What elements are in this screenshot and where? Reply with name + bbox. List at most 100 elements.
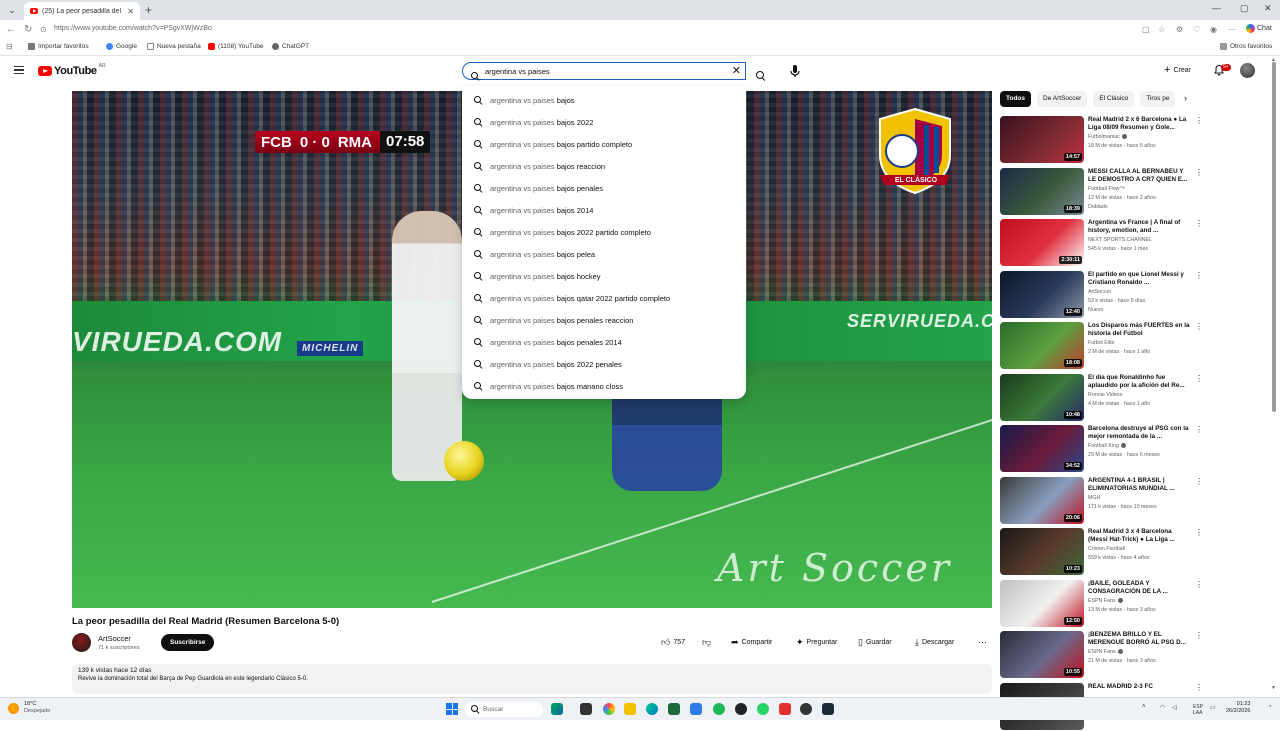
video-thumbnail[interactable]: 18:08: [1000, 322, 1084, 369]
video-thumbnail[interactable]: 12:50: [1000, 579, 1084, 627]
recommended-channel[interactable]: NEXT SPORTS CHANNEL: [1088, 237, 1152, 243]
search-suggestion[interactable]: argentina vs paises bajos partido comple…: [462, 133, 746, 155]
video-thumbnail[interactable]: 10:48: [1000, 373, 1084, 421]
download-button[interactable]: ⤓ Descargar: [915, 638, 954, 647]
search-suggestion[interactable]: argentina vs paises bajos 2022 partido c…: [462, 221, 746, 243]
recommended-channel[interactable]: Futbol Elite: [1088, 340, 1115, 346]
task-view-icon[interactable]: [580, 703, 592, 715]
battery-icon[interactable]: ▭: [1210, 704, 1216, 711]
more-options-icon[interactable]: ⋮: [1195, 632, 1203, 640]
search-suggestion[interactable]: argentina vs paises bajos 2014: [462, 199, 746, 221]
recommended-video-title[interactable]: ¡BAILE, GOLEADA Y CONSAGRACIÓN DE LA ...: [1088, 580, 1192, 596]
search-suggestion[interactable]: argentina vs paises bajos penales: [462, 177, 746, 199]
edge-browser-icon[interactable]: [646, 703, 658, 715]
subscribe-button[interactable]: Suscribirse: [161, 634, 215, 651]
app-icon[interactable]: [735, 703, 747, 715]
bookmark-chatgpt[interactable]: ChatGPT: [272, 43, 309, 50]
search-input[interactable]: [485, 65, 725, 78]
steam-icon[interactable]: [822, 703, 834, 715]
weather-widget[interactable]: 18°C Despejado: [8, 701, 50, 715]
taskbar-search[interactable]: Buscar: [465, 702, 543, 717]
language-indicator[interactable]: ESP LAA: [1193, 704, 1203, 716]
bookmark-other[interactable]: Otros favoritos: [1220, 43, 1272, 50]
taskbar-app-icon[interactable]: [551, 703, 563, 715]
recommended-video[interactable]: 34:52 Barcelona destruye al PSG con la me…: [1000, 425, 1203, 473]
search-suggestion[interactable]: argentina vs paises bajos reaccion: [462, 155, 746, 177]
more-options-icon[interactable]: ⋮: [1195, 374, 1203, 383]
youtube-app-icon[interactable]: [779, 703, 791, 715]
recommended-video[interactable]: 10:55 ¡BENZEMA BRILLÓ Y EL MERENGUE BORRÓ…: [1000, 631, 1203, 679]
url-field[interactable]: https://www.youtube.com/watch?v=PSgvXWjW…: [54, 25, 212, 32]
more-options-icon[interactable]: ⋮: [1195, 168, 1203, 177]
notification-center-icon[interactable]: ◔: [1268, 704, 1272, 710]
more-actions-icon[interactable]: ⋯: [978, 638, 987, 647]
recommended-channel[interactable]: ArtSoccer: [1088, 289, 1111, 295]
recommended-channel[interactable]: MGH: [1088, 495, 1100, 501]
screen-icon[interactable]: ▢: [1142, 25, 1150, 34]
collections-icon[interactable]: ⊟: [6, 42, 13, 51]
more-options-icon[interactable]: ⋮: [1195, 426, 1203, 434]
tab-close-icon[interactable]: ✕: [127, 7, 134, 16]
recommended-channel[interactable]: Football King: [1088, 443, 1126, 449]
taskbar-clock[interactable]: 01:23 26/2/2026: [1226, 701, 1250, 715]
search-suggestion[interactable]: argentina vs paises bajos: [462, 89, 746, 111]
scroll-down-arrow-icon[interactable]: ▼: [1271, 685, 1276, 691]
wifi-icon[interactable]: ◠: [1160, 704, 1165, 711]
back-icon[interactable]: ←: [6, 24, 16, 35]
recommended-video[interactable]: 10:48 El día que Ronaldinho fue aplaudido…: [1000, 373, 1203, 422]
more-options-icon[interactable]: ⋮: [1195, 271, 1203, 280]
recommended-video[interactable]: 2:30:11 Argentina vs France | A final of …: [1000, 219, 1203, 267]
video-thumbnail[interactable]: 14:57: [1000, 116, 1084, 163]
recommended-video[interactable]: 10:23 Real Madrid 3 x 4 Barcelona (Messi …: [1000, 528, 1203, 576]
bookmark-youtube[interactable]: (1108) YouTube: [208, 43, 264, 50]
more-options-icon[interactable]: ⋮: [1195, 529, 1203, 537]
recommended-video[interactable]: 14:57 Real Madrid 2 x 6 Barcelona ● La Li…: [1000, 116, 1203, 164]
recommended-channel[interactable]: Ronnie Videos: [1088, 392, 1122, 398]
reload-icon[interactable]: ↻: [24, 24, 32, 35]
account-avatar[interactable]: [1240, 63, 1255, 78]
search-suggestion[interactable]: argentina vs paises bajos pelea: [462, 243, 746, 265]
menu-icon[interactable]: [14, 66, 24, 74]
recommended-video-title[interactable]: El día que Ronaldinho fue aplaudido por …: [1088, 374, 1192, 390]
tab-actions-menu-icon[interactable]: ⌄: [4, 3, 20, 17]
recommended-video-title[interactable]: MESSI CALLA AL BERNABEU Y LE DEMOSTRO A …: [1088, 168, 1192, 184]
recommended-video-title[interactable]: Los Disparos más FUERTES en la historia …: [1088, 322, 1192, 338]
tray-chevron-icon[interactable]: ˄: [1142, 704, 1146, 710]
recommended-video-title[interactable]: REAL MADRID 2-3 FC: [1088, 683, 1192, 691]
chevron-right-icon[interactable]: ›: [1184, 93, 1187, 103]
search-suggestion[interactable]: argentina vs paises bajos penales reacci…: [462, 309, 746, 331]
search-box[interactable]: ✕: [462, 62, 746, 80]
recommended-video-title[interactable]: El partido en que Lionel Messi y Cristia…: [1088, 271, 1192, 287]
bookmark-google[interactable]: Google: [106, 43, 137, 50]
search-suggestion[interactable]: argentina vs paises bajos manano closs: [462, 375, 746, 397]
recommended-channel[interactable]: Criston Football: [1088, 546, 1125, 552]
more-options-icon[interactable]: ⋮: [1195, 477, 1203, 486]
video-thumbnail[interactable]: 18:39: [1000, 167, 1084, 215]
video-thumbnail[interactable]: 2:30:11: [1000, 219, 1084, 266]
more-options-icon[interactable]: ⋯: [1228, 25, 1236, 34]
volume-icon[interactable]: ◁: [1172, 704, 1177, 711]
channel-name[interactable]: ArtSoccer: [98, 634, 131, 643]
recommended-channel[interactable]: ESPN Fans: [1088, 598, 1123, 604]
ask-button[interactable]: ✦ Preguntar: [796, 638, 837, 647]
recommended-video-title[interactable]: Real Madrid 3 x 4 Barcelona (Messi Hat-T…: [1088, 528, 1192, 544]
recommended-video-title[interactable]: Argentina vs France | A final of history…: [1088, 219, 1192, 235]
more-options-icon[interactable]: ⋮: [1195, 580, 1203, 589]
video-thumbnail[interactable]: 12:40: [1000, 270, 1084, 318]
recommended-video[interactable]: 12:50 ¡BAILE, GOLEADA Y CONSAGRACIÓN DE L…: [1000, 579, 1203, 628]
new-tab-icon[interactable]: +: [145, 3, 152, 17]
search-suggestion[interactable]: argentina vs paises bajos hockey: [462, 265, 746, 287]
colorful-app-icon[interactable]: [603, 703, 615, 715]
copilot-chat-button[interactable]: Chat: [1246, 24, 1272, 33]
like-button[interactable]: 👍︎ 757: [661, 638, 685, 647]
search-button[interactable]: [752, 63, 770, 79]
search-suggestion[interactable]: argentina vs paises bajos 2022: [462, 111, 746, 133]
profile-icon[interactable]: ◉: [1210, 25, 1217, 34]
channel-avatar[interactable]: [72, 633, 91, 652]
dislike-button[interactable]: 👎︎: [702, 638, 711, 647]
favorite-star-icon[interactable]: ☆: [1158, 25, 1165, 34]
save-button[interactable]: ▯ Guardar: [858, 638, 892, 647]
video-thumbnail[interactable]: 10:23: [1000, 528, 1084, 575]
more-options-icon[interactable]: ⋮: [1195, 323, 1203, 331]
search-suggestion[interactable]: argentina vs paises bajos qatar 2022 par…: [462, 287, 746, 309]
